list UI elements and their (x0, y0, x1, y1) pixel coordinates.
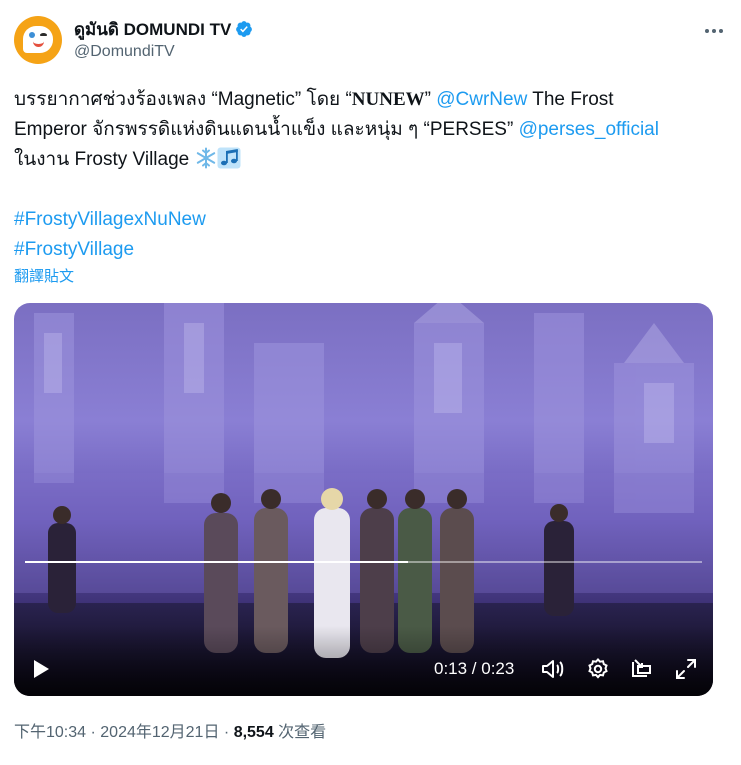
tweet-footer: 下午10:34 · 2024年12月21日 · 8,554 次查看 (14, 718, 326, 742)
snowflake-icon (196, 147, 215, 169)
tweet-line-2: Emperor จักรพรรดิแห่งดินแดนน้ำแข็ง และหน… (14, 115, 714, 145)
hashtag-frostyvillagexnunew[interactable]: #FrostyVillagexNuNew (14, 205, 714, 235)
video-player[interactable]: 0:13 / 0:23 (14, 303, 713, 696)
views-count: 8,554 (233, 724, 274, 741)
popout-icon[interactable] (628, 655, 656, 683)
tweet-line-1: บรรยากาศช่วงร้องเพลง “Magnetic” โดย “NUN… (14, 85, 714, 115)
verified-badge-icon (236, 21, 253, 37)
post-time[interactable]: 下午10:34 (14, 724, 86, 741)
more-horizontal-icon[interactable] (701, 20, 727, 42)
tweet-text-part: บรรยากาศช่วงร้องเพลง “Magnetic” โดย “ (14, 89, 352, 110)
author-names: ดูมันดิ DOMUNDI TV @DomundiTV (74, 18, 253, 61)
translate-post-link[interactable]: 翻譯貼文 (14, 265, 74, 286)
separator: · (86, 724, 101, 741)
tweet-text-part: ” (424, 89, 437, 110)
tweet-text-part: Emperor จักรพรรดิแห่งดินแดนน้ำแข็ง และหน… (14, 119, 519, 140)
author-display-name-text: ดูมันดิ DOMUNDI TV (74, 19, 232, 39)
mention-cwrnew[interactable]: @CwrNew (436, 89, 527, 110)
tweet-text-part: The Frost (527, 89, 614, 110)
tweet-line-3: ในงาน Frosty Village (14, 145, 714, 175)
tweet-text-nunew: NUNEW (351, 89, 425, 110)
hashtag-frostyvillage[interactable]: #FrostyVillage (14, 235, 714, 265)
music-notes-icon (217, 147, 241, 169)
tweet-text-part: ในงาน Frosty Village (14, 149, 195, 170)
fullscreen-icon[interactable] (672, 655, 700, 683)
video-progress-fill (25, 561, 408, 563)
separator: · (219, 724, 234, 741)
post-date[interactable]: 2024年12月21日 (100, 724, 219, 741)
avatar[interactable] (14, 16, 62, 64)
logo-icon (23, 26, 53, 53)
video-progress-bar[interactable] (25, 561, 702, 563)
author-handle[interactable]: @DomundiTV (74, 43, 253, 61)
play-icon[interactable] (28, 655, 54, 683)
views-label: 次查看 (273, 724, 327, 741)
volume-icon[interactable] (539, 655, 567, 683)
video-time: 0:13 / 0:23 (434, 659, 515, 678)
tweet-header: ดูมันดิ DOMUNDI TV @DomundiTV (14, 16, 727, 68)
author-display-name[interactable]: ดูมันดิ DOMUNDI TV (74, 18, 253, 40)
tweet-text: บรรยากาศช่วงร้องเพลง “Magnetic” โดย “NUN… (14, 85, 714, 265)
settings-icon[interactable] (584, 655, 612, 683)
mention-perses-official[interactable]: @perses_official (519, 119, 659, 140)
